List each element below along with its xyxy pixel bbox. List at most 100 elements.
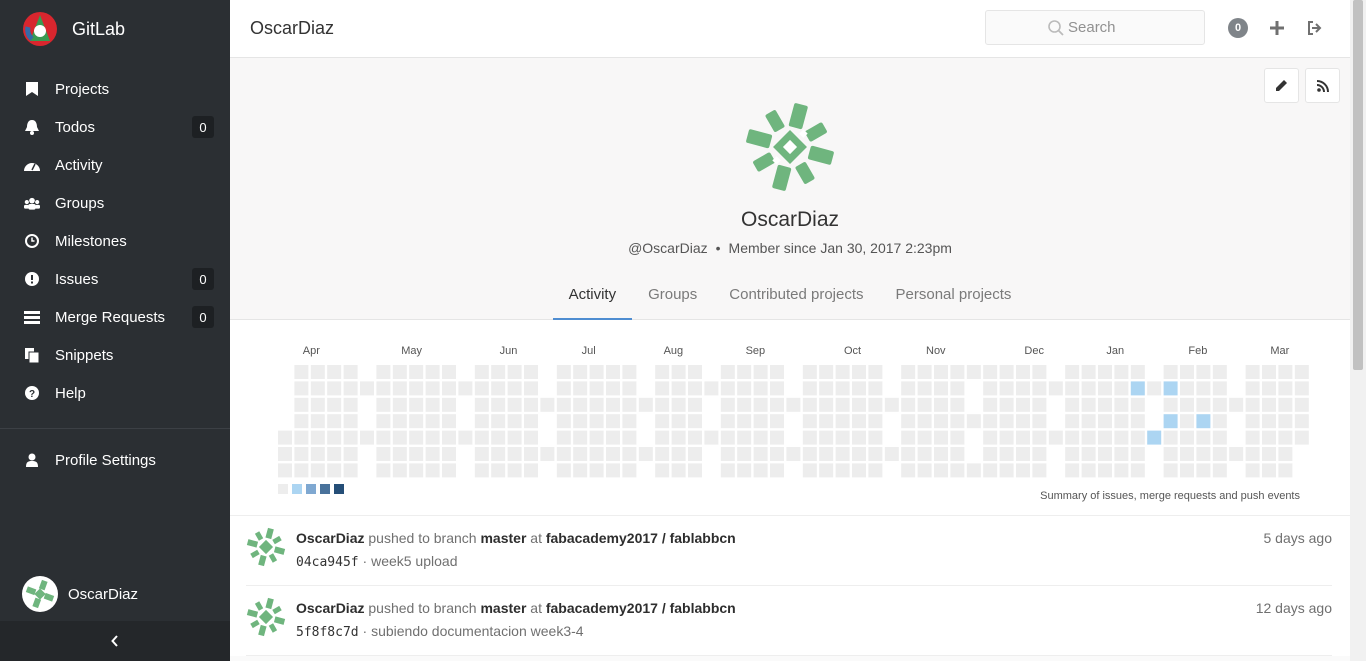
calendar-day-cell[interactable] (1212, 430, 1227, 445)
calendar-day-cell[interactable] (1180, 414, 1194, 429)
calendar-day-cell[interactable] (573, 414, 588, 429)
calendar-day-cell[interactable] (1294, 414, 1309, 429)
commit-sha-link[interactable]: 04ca945f (296, 555, 359, 570)
calendar-day-cell[interactable] (1130, 397, 1145, 412)
calendar-day-cell[interactable] (360, 381, 374, 396)
calendar-day-cell[interactable] (1048, 430, 1063, 445)
calendar-day-cell[interactable] (1262, 447, 1276, 461)
calendar-day-cell[interactable] (868, 397, 883, 412)
calendar-day-cell[interactable] (1098, 447, 1112, 461)
calendar-day-cell[interactable] (753, 447, 768, 461)
calendar-day-cell[interactable] (1212, 447, 1227, 461)
calendar-day-cell[interactable] (442, 397, 456, 412)
calendar-day-cell[interactable] (491, 381, 506, 396)
calendar-day-cell[interactable] (852, 397, 866, 412)
calendar-day-cell[interactable] (556, 463, 571, 478)
sidebar-item-projects[interactable]: Projects (0, 70, 230, 108)
calendar-day-cell[interactable] (1032, 447, 1047, 461)
calendar-day-cell[interactable] (310, 365, 325, 379)
calendar-day-cell[interactable] (901, 365, 916, 379)
calendar-day-cell[interactable] (343, 447, 358, 461)
calendar-day-cell[interactable] (1294, 365, 1309, 379)
calendar-day-cell[interactable] (1262, 397, 1276, 412)
sidebar-item-help[interactable]: ? Help (0, 374, 230, 412)
calendar-day-cell[interactable] (327, 381, 342, 396)
calendar-day-cell[interactable] (852, 414, 866, 429)
calendar-day-cell[interactable] (589, 463, 604, 478)
calendar-day-cell[interactable] (507, 430, 522, 445)
calendar-day-cell[interactable] (1245, 381, 1260, 396)
calendar-day-cell[interactable] (999, 365, 1014, 379)
calendar-day-cell[interactable] (1130, 447, 1145, 461)
calendar-day-cell[interactable] (1065, 430, 1080, 445)
calendar-day-cell[interactable] (458, 381, 473, 396)
calendar-day-cell[interactable] (1212, 414, 1227, 429)
calendar-day-cell[interactable] (671, 381, 686, 396)
calendar-day-cell[interactable] (310, 397, 325, 412)
calendar-day-cell[interactable] (770, 463, 784, 478)
calendar-day-cell[interactable] (1196, 365, 1211, 379)
calendar-day-cell[interactable] (1130, 430, 1145, 445)
event-branch-link[interactable]: master (480, 530, 526, 546)
sidebar-item-issues[interactable]: Issues 0 (0, 260, 230, 298)
calendar-day-cell[interactable] (573, 447, 588, 461)
calendar-day-cell[interactable] (770, 381, 784, 396)
calendar-day-cell[interactable] (294, 414, 309, 429)
calendar-day-cell[interactable] (425, 397, 440, 412)
calendar-day-cell[interactable] (524, 447, 538, 461)
calendar-day-cell[interactable] (409, 365, 424, 379)
calendar-day-cell[interactable] (1163, 365, 1178, 379)
event-author-link[interactable]: OscarDiaz (296, 600, 364, 616)
calendar-day-cell[interactable] (966, 463, 981, 478)
calendar-day-cell[interactable] (622, 381, 637, 396)
calendar-day-cell[interactable] (376, 430, 391, 445)
calendar-day-cell[interactable] (409, 463, 424, 478)
calendar-day-cell[interactable] (491, 430, 506, 445)
calendar-day-cell[interactable] (1114, 430, 1129, 445)
calendar-day-cell[interactable] (474, 463, 489, 478)
calendar-day-cell[interactable] (1032, 414, 1047, 429)
calendar-day-cell[interactable] (491, 463, 506, 478)
calendar-day-cell[interactable] (606, 397, 620, 412)
calendar-day-cell[interactable] (1262, 365, 1276, 379)
calendar-day-cell[interactable] (507, 414, 522, 429)
calendar-day-cell[interactable] (1016, 365, 1030, 379)
calendar-day-cell[interactable] (983, 414, 998, 429)
calendar-day-cell[interactable] (1180, 381, 1194, 396)
calendar-day-cell[interactable] (474, 414, 489, 429)
calendar-day-cell[interactable] (753, 397, 768, 412)
calendar-day-cell[interactable] (376, 397, 391, 412)
calendar-day-cell[interactable] (770, 414, 784, 429)
calendar-day-cell[interactable] (819, 430, 834, 445)
calendar-day-cell[interactable] (950, 447, 965, 461)
calendar-day-cell[interactable] (688, 365, 702, 379)
calendar-day-cell[interactable] (720, 414, 735, 429)
calendar-day-cell[interactable] (1098, 365, 1112, 379)
calendar-day-cell[interactable] (606, 430, 620, 445)
calendar-day-cell[interactable] (704, 430, 719, 445)
calendar-day-cell[interactable] (1163, 447, 1178, 461)
calendar-day-cell[interactable] (622, 447, 637, 461)
calendar-day-cell[interactable] (556, 430, 571, 445)
new-item-button[interactable] (1266, 17, 1288, 39)
calendar-day-cell[interactable] (753, 381, 768, 396)
calendar-day-cell[interactable] (917, 447, 932, 461)
calendar-day-cell[interactable] (442, 447, 456, 461)
calendar-day-cell[interactable] (1130, 463, 1145, 478)
calendar-day-cell[interactable] (524, 381, 538, 396)
calendar-day-cell[interactable] (474, 430, 489, 445)
calendar-day-cell[interactable] (1065, 447, 1080, 461)
calendar-day-cell[interactable] (491, 397, 506, 412)
calendar-day-cell[interactable] (868, 381, 883, 396)
calendar-day-cell[interactable] (606, 365, 620, 379)
calendar-day-cell[interactable] (835, 463, 850, 478)
calendar-day-cell[interactable] (770, 365, 784, 379)
calendar-day-cell[interactable] (999, 414, 1014, 429)
calendar-day-cell[interactable] (983, 430, 998, 445)
calendar-day-cell[interactable] (737, 397, 752, 412)
event-avatar[interactable] (246, 597, 286, 637)
calendar-day-cell[interactable] (392, 397, 407, 412)
calendar-day-cell[interactable] (983, 463, 998, 478)
calendar-day-cell[interactable] (917, 430, 932, 445)
calendar-day-cell[interactable] (1229, 447, 1244, 461)
